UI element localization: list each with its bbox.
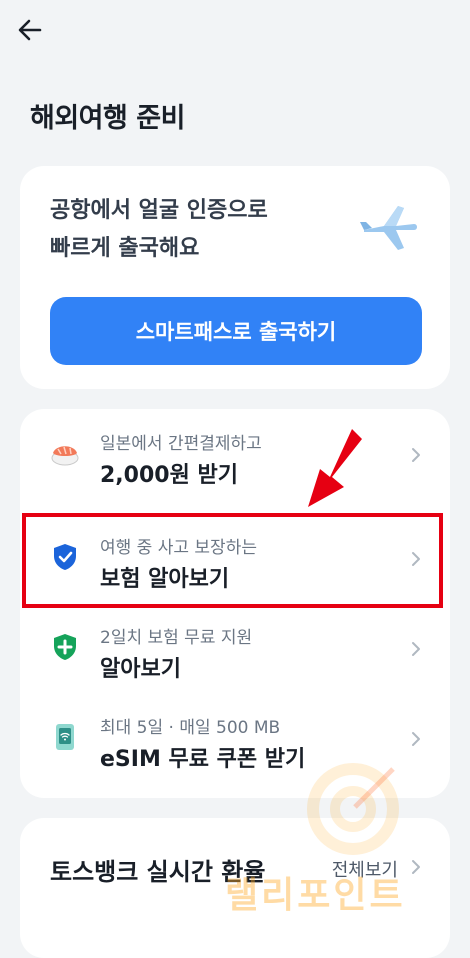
esim-wifi-icon [56,724,74,750]
page-title: 해외여행 준비 [30,103,185,134]
offer-row-japan-pay[interactable]: 일본에서 간편결제하고 2,000원 받기 [20,409,450,499]
smartpass-button[interactable]: 스마트패스로 출국하기 [50,297,422,365]
smartpass-description: 공항에서 얼굴 인증으로 빠르게 출국해요 [50,192,268,268]
offer-title: eSIM 무료 쿠폰 받기 [100,747,306,772]
watermark-text: 랠리포인트 [225,875,406,916]
highlight-box [22,513,443,608]
offer-subtitle: 최대 5일 · 매일 500 MB [100,718,281,738]
smartpass-card: 공항에서 얼굴 인증으로 빠르게 출국해요 스마트패스로 출국하기 [20,166,450,389]
offer-title: 알아보기 [100,657,181,682]
shield-plus-icon [54,634,76,660]
sushi-icon [51,446,79,466]
offer-title: 2,000원 받기 [100,463,238,488]
chevron-right-icon [412,642,420,656]
offer-row-free-insurance[interactable]: 2일치 보험 무료 지원 알아보기 [20,603,450,693]
chevron-right-icon [412,732,420,746]
red-arrow-icon [308,429,362,507]
smartpass-line2: 빠르게 출국해요 [50,236,200,261]
offer-subtitle: 2일치 보험 무료 지원 [100,628,253,648]
chevron-right-icon [412,448,420,462]
back-arrow-icon[interactable] [14,14,46,46]
smartpass-line1: 공항에서 얼굴 인증으로 [50,198,268,223]
chevron-right-icon [412,860,420,874]
target-logo-icon [307,763,399,855]
airplane-icon [360,206,417,250]
offer-subtitle: 일본에서 간편결제하고 [100,434,262,454]
